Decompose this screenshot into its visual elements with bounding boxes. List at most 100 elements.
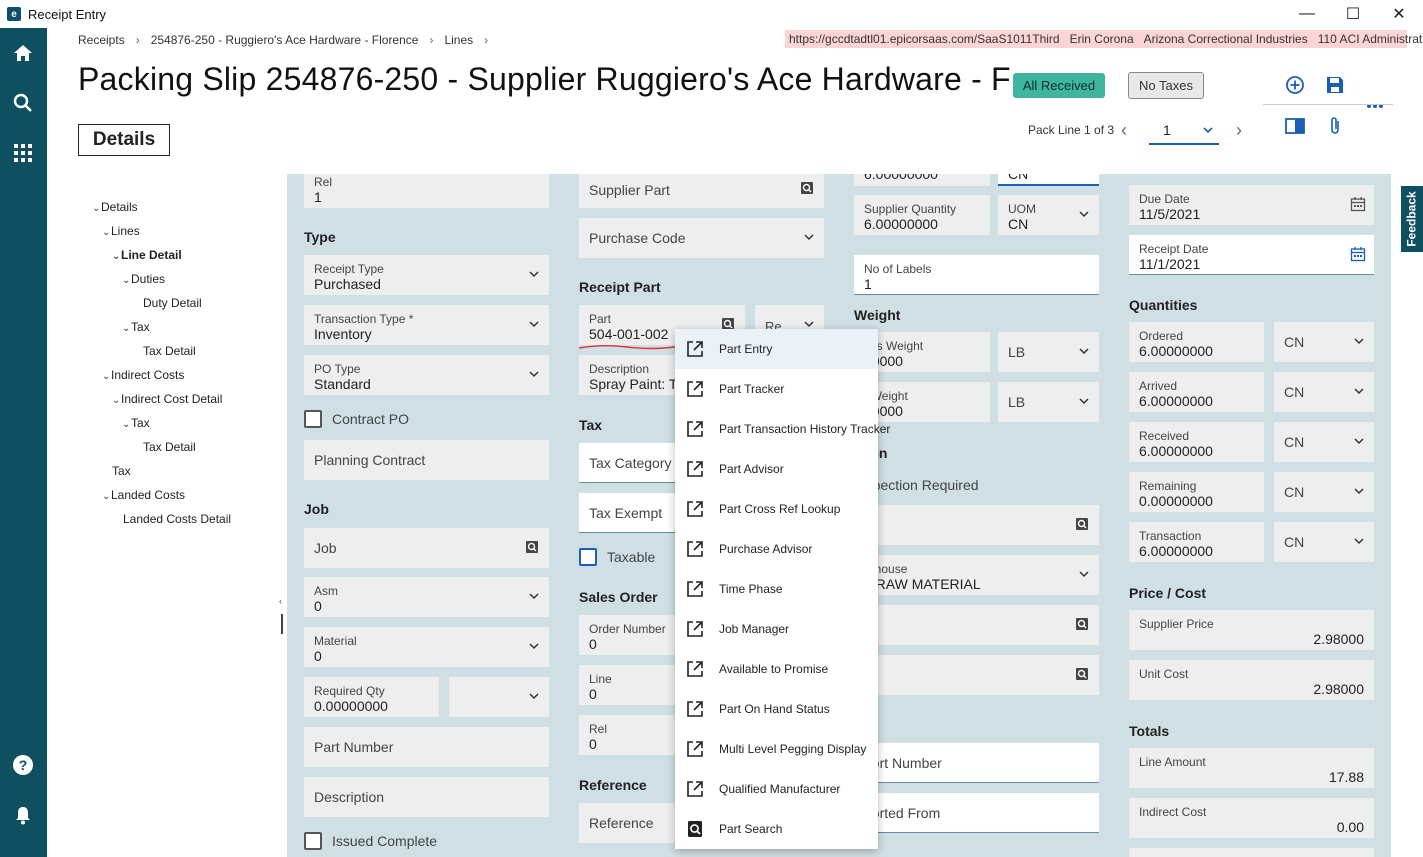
tree-item-duty-detail[interactable]: Duty Detail [143,296,202,310]
tree-item-line-tax[interactable]: Tax [112,464,131,478]
breadcrumb-receipts[interactable]: Receipts [78,33,125,47]
search-icon[interactable] [1075,617,1089,631]
transaction-type-dropdown[interactable]: Transaction Type * Inventory [304,305,549,345]
purchase-code-dropdown[interactable]: Purchase Code [579,218,824,258]
receipt-type-dropdown[interactable]: Receipt Type Purchased [304,255,549,295]
calendar-icon[interactable] [1350,196,1366,212]
previous-line-icon[interactable]: ‹ [1121,120,1127,141]
menu-item-part-cross-ref-lookup[interactable]: Part Cross Ref Lookup [675,489,878,529]
gross-weight-uom-dropdown[interactable]: LB [998,332,1099,372]
pack-line-select[interactable]: 1 [1149,116,1219,145]
collapse-arrow-icon[interactable]: ‹ [279,596,282,606]
breadcrumb-lines[interactable]: Lines [444,33,473,47]
calendar-icon[interactable] [1350,246,1366,262]
quantity-uom-dropdown[interactable]: CN [998,174,1099,186]
menu-item-part-on-hand-status[interactable]: Part On Hand Status [675,689,878,729]
more-options-icon[interactable] [1364,95,1386,117]
search-icon[interactable] [1075,667,1089,681]
menu-item-available-to-promise[interactable]: Available to Promise [675,649,878,689]
supplier-quantity-field[interactable]: Supplier Quantity 6.00000000 [854,195,990,235]
quantity-field[interactable]: 6.00000000 [854,174,990,186]
tree-item-indirect-costs[interactable]: ⌄Indirect Costs [102,368,184,382]
asm-dropdown[interactable]: Asm 0 [304,577,549,617]
no-of-labels-field[interactable]: No of Labels 1 [854,255,1099,295]
transaction-qty-field[interactable]: Transaction 6.00000000 [1129,522,1264,562]
remaining-qty-field[interactable]: Remaining 0.00000000 [1129,472,1264,512]
lot-search-field[interactable]: t [854,655,1099,695]
planning-contract-field[interactable]: Planning Contract [304,440,549,480]
material-dropdown[interactable]: Material 0 [304,627,549,667]
arrived-uom-dropdown[interactable]: CN [1274,372,1374,412]
receipt-date-field[interactable]: Receipt Date 11/1/2021 [1129,235,1374,275]
minimize-button[interactable]: — [1284,0,1330,28]
menu-item-part-advisor[interactable]: Part Advisor [675,449,878,489]
due-date-field[interactable]: Due Date 11/5/2021 [1129,185,1374,225]
search-icon[interactable] [525,540,539,554]
next-line-icon[interactable]: › [1236,120,1242,141]
tree-item-line-detail[interactable]: ⌄Line Detail [112,248,182,262]
tree-item-lines[interactable]: ⌄Lines [102,224,140,238]
splitter-handle[interactable] [281,614,283,634]
net-weight-uom-dropdown[interactable]: LB [998,382,1099,422]
import-number-field[interactable]: port Number [854,743,1099,783]
notifications-bell-icon[interactable] [12,804,34,826]
required-qty-field[interactable]: Required Qty 0.00000000 [304,677,439,717]
received-qty-field[interactable]: Received 6.00000000 [1129,422,1264,462]
attachment-icon[interactable] [1324,115,1346,137]
tree-item-indirect-tax[interactable]: ⌄Tax [122,416,150,430]
menu-item-part-transaction-history[interactable]: Part Transaction History Tracker [675,409,890,449]
close-button[interactable]: ✕ [1376,0,1422,28]
search-icon[interactable] [1075,517,1089,531]
add-new-icon[interactable] [1284,74,1306,96]
tree-item-indirect-tax-detail[interactable]: Tax Detail [143,440,196,454]
tree-item-tax[interactable]: ⌄Tax [122,320,150,334]
part-number-field[interactable]: Part Number [304,727,549,767]
menu-item-job-manager[interactable]: Job Manager [675,609,878,649]
menu-item-time-phase[interactable]: Time Phase [675,569,878,609]
tree-item-landed-costs[interactable]: ⌄Landed Costs [102,488,185,502]
ordered-uom-dropdown[interactable]: CN [1274,322,1374,362]
uom-dropdown[interactable]: UOM CN [998,195,1099,235]
menu-item-part-entry[interactable]: Part Entry [675,329,878,369]
warehouse-dropdown[interactable]: rehouse 0 RAW MATERIAL [854,555,1099,595]
home-icon[interactable] [12,42,34,64]
help-icon[interactable]: ? [12,754,34,776]
received-uom-dropdown[interactable]: CN [1274,422,1374,462]
feedback-tab[interactable]: Feedback [1401,186,1423,252]
supplier-price-field[interactable]: Supplier Price 2.98000 [1129,610,1374,650]
menu-item-part-search[interactable]: Part Search [675,809,878,849]
rel-field[interactable]: Rel 1 [304,174,549,208]
issued-complete-checkbox[interactable]: Issued Complete [304,832,437,850]
unit-cost-field[interactable]: Unit Cost 2.98000 [1129,660,1374,700]
search-icon[interactable] [12,92,34,114]
tree-item-landed-costs-detail[interactable]: Landed Costs Detail [123,512,231,526]
ordered-qty-field[interactable]: Ordered 6.00000000 [1129,322,1264,362]
job-search-field[interactable]: Job [304,528,549,568]
contract-po-checkbox[interactable]: Contract PO [304,410,409,428]
remaining-uom-dropdown[interactable]: CN [1274,472,1374,512]
description-field[interactable]: Description [304,777,549,817]
menu-item-purchase-advisor[interactable]: Purchase Advisor [675,529,878,569]
menu-item-multi-level-pegging[interactable]: Multi Level Pegging Display [675,729,878,769]
tree-item-indirect-cost-detail[interactable]: ⌄Indirect Cost Detail [112,392,222,406]
maximize-button[interactable]: ☐ [1330,0,1376,28]
panel-layout-icon[interactable] [1284,115,1306,137]
transaction-uom-dropdown[interactable]: CN [1274,522,1374,562]
save-icon[interactable] [1324,74,1346,96]
breadcrumb-receipt[interactable]: 254876-250 - Ruggiero's Ace Hardware - F… [151,33,419,47]
po-type-dropdown[interactable]: PO Type Standard [304,355,549,395]
supplier-part-field[interactable]: Supplier Part [579,174,824,208]
tab-details[interactable]: Details [78,124,170,156]
arrived-qty-field[interactable]: Arrived 6.00000000 [1129,372,1264,412]
required-qty-uom-dropdown[interactable] [449,677,549,717]
bin-search-field[interactable] [854,605,1099,645]
imported-from-field[interactable]: ported From [854,793,1099,833]
search-icon[interactable] [800,181,814,195]
tree-item-tax-detail[interactable]: Tax Detail [143,344,196,358]
taxable-checkbox[interactable]: Taxable [579,548,655,566]
menu-item-qualified-manufacturer[interactable]: Qualified Manufacturer [675,769,878,809]
apps-grid-icon[interactable] [12,142,34,164]
menu-item-part-tracker[interactable]: Part Tracker [675,369,878,409]
id-search-field[interactable]: ID [854,505,1099,545]
tree-item-details[interactable]: ⌄Details [92,200,138,214]
